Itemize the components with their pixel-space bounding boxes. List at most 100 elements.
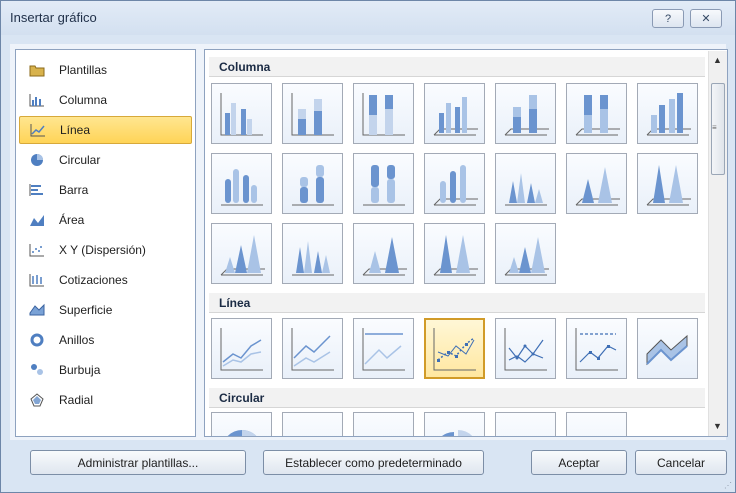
column-chart-icon	[28, 92, 46, 108]
chart-subtype-pie[interactable]	[211, 412, 272, 436]
line-markers-icon	[433, 327, 476, 370]
full-stacked-line-markers-icon	[575, 327, 618, 370]
stacked-cylinder-icon	[291, 164, 334, 205]
scrollbar-grip-icon: ≡	[712, 123, 717, 132]
ok-button[interactable]: Aceptar	[531, 450, 627, 475]
chart-subtype-exploded-pie[interactable]	[424, 412, 485, 436]
chart-subtype-stacked-cylinder[interactable]	[282, 153, 343, 214]
close-icon: ✕	[701, 13, 711, 25]
category-item-dispersion[interactable]: X Y (Dispersión)	[19, 236, 192, 264]
chart-subtype-stacked-line[interactable]	[282, 318, 343, 379]
cylinder-icon	[220, 168, 263, 205]
area-chart-icon	[28, 212, 46, 228]
category-label: Línea	[60, 123, 91, 137]
gallery-scrollbar[interactable]: ▲ ≡ ▼	[708, 51, 727, 436]
category-label: Burbuja	[59, 363, 101, 377]
dialog-title: Insertar gráfico	[10, 10, 97, 25]
category-item-anillos[interactable]: Anillos	[19, 326, 192, 354]
close-button[interactable]: ✕	[690, 9, 722, 28]
3d-stacked-column-icon	[504, 94, 549, 135]
chart-subtype-3d-100-stacked-column[interactable]	[566, 83, 627, 144]
folder-icon	[28, 62, 46, 78]
3d-exploded-pie-icon	[501, 418, 551, 438]
chart-subtype-pie-of-pie[interactable]	[353, 412, 414, 436]
bar-of-pie-icon	[572, 418, 622, 438]
chart-subtype-3d-exploded-pie[interactable]	[495, 412, 556, 438]
chart-subtype-clustered-pyramid[interactable]	[282, 223, 343, 284]
chart-subtype-3d-column[interactable]	[637, 83, 698, 144]
scroll-down-arrow-icon[interactable]: ▼	[713, 421, 722, 431]
3d-line-icon	[645, 334, 688, 365]
chart-subtype-100-stacked-pyramid[interactable]	[424, 223, 485, 284]
bar-chart-icon	[28, 182, 46, 198]
section-header-linea: Línea	[209, 293, 705, 313]
chart-subtype-100-stacked-cone[interactable]	[637, 153, 698, 214]
category-label: Cotizaciones	[59, 273, 128, 287]
manage-templates-button[interactable]: Administrar plantillas...	[30, 450, 246, 475]
scroll-up-arrow-icon[interactable]: ▲	[713, 55, 722, 65]
stacked-column-icon	[291, 92, 334, 135]
category-label: Columna	[59, 93, 108, 107]
full-stacked-line-icon	[362, 327, 405, 370]
cancel-label: Cancelar	[656, 455, 706, 470]
chart-subtype-3d-cone[interactable]	[211, 223, 272, 284]
chart-subtype-stacked-cone[interactable]	[566, 153, 627, 214]
category-label: Área	[59, 213, 85, 227]
category-item-barra[interactable]: Barra	[19, 176, 192, 204]
stacked-line-icon	[291, 327, 334, 370]
category-label: Circular	[59, 153, 101, 167]
chart-subtype-3d-cylinder[interactable]	[424, 153, 485, 214]
full-stacked-column-icon	[362, 92, 405, 135]
category-label: Plantillas	[59, 63, 108, 77]
chart-subtype-gallery[interactable]: Columna Línea Circular ▲ ≡ ▼	[204, 49, 728, 437]
category-item-superficie[interactable]: Superficie	[19, 296, 192, 324]
pie-icon	[226, 429, 257, 436]
category-item-radial[interactable]: Radial	[19, 386, 192, 414]
chart-category-list[interactable]: Plantillas Columna Línea Circular Barra …	[15, 49, 196, 437]
bubble-chart-icon	[28, 362, 46, 378]
chart-subtype-100-stacked-cylinder[interactable]	[353, 153, 414, 214]
pyramid-icon	[291, 240, 334, 275]
chart-subtype-3d-stacked-column[interactable]	[495, 83, 556, 144]
chart-subtype-3d-pyramid[interactable]	[495, 223, 556, 284]
chart-subtype-line-with-markers[interactable]	[424, 318, 485, 379]
chart-subtype-3d-line[interactable]	[637, 318, 698, 379]
chart-subtype-bar-of-pie[interactable]	[566, 412, 627, 438]
category-label: Barra	[59, 183, 89, 197]
category-label: Radial	[59, 393, 94, 407]
chart-subtype-100-stacked-line[interactable]	[353, 318, 414, 379]
full-stacked-cone-icon	[646, 164, 691, 205]
category-item-area[interactable]: Área	[19, 206, 192, 234]
help-button[interactable]: ?	[652, 9, 684, 28]
full-stacked-cylinder-icon	[362, 164, 405, 205]
chart-subtype-stacked-column[interactable]	[282, 83, 343, 144]
ok-label: Aceptar	[558, 455, 600, 470]
chart-subtype-clustered-cylinder[interactable]	[211, 153, 272, 214]
chart-subtype-clustered-cone[interactable]	[495, 153, 556, 214]
category-item-cotizaciones[interactable]: Cotizaciones	[19, 266, 192, 294]
category-item-plantillas[interactable]: Plantillas	[19, 56, 192, 84]
3d-column-icon	[646, 92, 691, 135]
section-header-columna: Columna	[209, 57, 705, 77]
category-item-linea[interactable]: Línea	[19, 116, 192, 144]
3d-full-stacked-column-icon	[575, 94, 620, 135]
chart-subtype-line[interactable]	[211, 318, 272, 379]
scatter-chart-icon	[28, 242, 46, 258]
category-item-columna[interactable]: Columna	[19, 86, 192, 114]
3d-clustered-column-icon	[433, 96, 478, 135]
category-item-circular[interactable]: Circular	[19, 146, 192, 174]
cancel-button[interactable]: Cancelar	[635, 450, 727, 475]
chart-subtype-3d-clustered-column[interactable]	[424, 83, 485, 144]
resize-grip-icon[interactable]: ⋰	[724, 481, 732, 490]
category-label: Superficie	[59, 303, 113, 317]
chart-subtype-stacked-pyramid[interactable]	[353, 223, 414, 284]
cone-icon	[504, 172, 547, 205]
chart-subtype-3d-pie[interactable]	[282, 412, 343, 436]
category-item-burbuja[interactable]: Burbuja	[19, 356, 192, 384]
chart-subtype-100-stacked-column[interactable]	[353, 83, 414, 144]
set-default-button[interactable]: Establecer como predeterminado	[263, 450, 484, 475]
chart-subtype-100-stacked-line-markers[interactable]	[566, 318, 627, 379]
chart-subtype-clustered-column[interactable]	[211, 83, 272, 144]
section-header-circular: Circular	[209, 388, 705, 408]
chart-subtype-stacked-line-markers[interactable]	[495, 318, 556, 379]
